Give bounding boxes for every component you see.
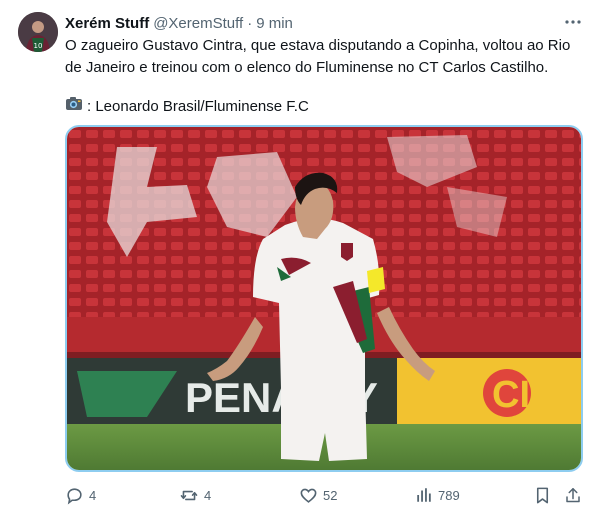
svg-text:10: 10 bbox=[34, 42, 43, 50]
author-name[interactable]: Xerém Stuff bbox=[65, 15, 149, 32]
tweet-text: O zagueiro Gustavo Cintra, que estava di… bbox=[65, 35, 585, 79]
photo-credit: : Leonardo Brasil/Fluminense F.C bbox=[65, 95, 309, 118]
reply-button[interactable]: 4 bbox=[65, 484, 96, 506]
action-bar: 4 4 52 789 bbox=[65, 484, 585, 506]
share-icon bbox=[564, 486, 582, 505]
heart-icon bbox=[299, 486, 318, 505]
reply-icon bbox=[65, 486, 84, 505]
tweet-header: Xerém Stuff @XeremStuff · 9 min bbox=[65, 13, 293, 33]
reply-count: 4 bbox=[89, 487, 97, 503]
photo-credit-text: : Leonardo Brasil/Fluminense F.C bbox=[87, 97, 309, 115]
tweet-time[interactable]: 9 min bbox=[256, 15, 293, 32]
retweet-icon bbox=[179, 486, 199, 505]
sponsor-board-right: CIL bbox=[492, 374, 553, 416]
tweet-photo[interactable]: PENALTY CIL bbox=[65, 125, 583, 472]
share-button[interactable] bbox=[564, 484, 582, 506]
bookmark-button[interactable] bbox=[534, 484, 551, 506]
separator-dot: · bbox=[247, 14, 253, 32]
avatar[interactable]: 10 bbox=[18, 12, 58, 52]
views-chart-icon bbox=[415, 486, 433, 504]
bookmark-icon bbox=[534, 486, 551, 505]
tweet-text-line: O zagueiro Gustavo Cintra, que estava di… bbox=[65, 37, 571, 54]
tweet-text-line: de Janeiro e treinou com o elenco do Flu… bbox=[65, 59, 549, 76]
retweet-button[interactable]: 4 bbox=[179, 484, 211, 506]
views-count: 789 bbox=[438, 487, 460, 503]
author-handle[interactable]: @XeremStuff bbox=[153, 15, 243, 32]
tweet: 10 Xerém Stuff @XeremStuff · 9 min O zag… bbox=[0, 0, 598, 516]
more-icon[interactable] bbox=[562, 12, 584, 32]
views-button[interactable]: 789 bbox=[415, 484, 460, 506]
like-button[interactable]: 52 bbox=[299, 484, 337, 506]
retweet-count: 4 bbox=[204, 487, 212, 503]
like-count: 52 bbox=[323, 487, 338, 503]
camera-icon bbox=[65, 95, 83, 118]
